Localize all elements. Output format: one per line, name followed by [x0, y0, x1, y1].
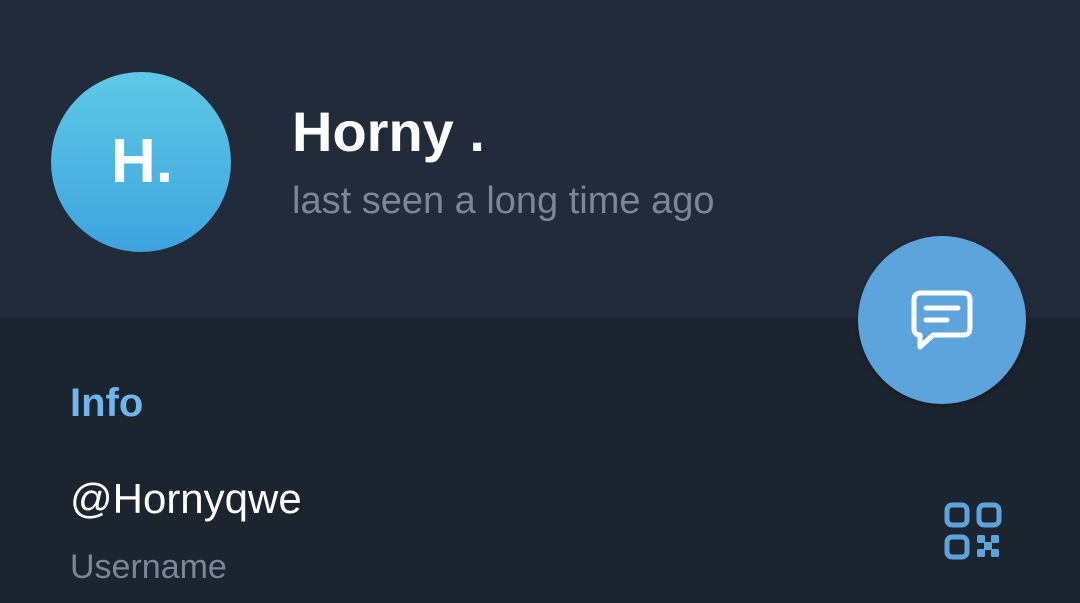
info-section-title: Info [70, 381, 144, 425]
qr-code-icon [944, 502, 1002, 560]
username-row[interactable]: @Hornyqwe Username [0, 460, 1080, 603]
username-value: @Hornyqwe [70, 475, 302, 522]
last-seen-status: last seen a long time ago [292, 180, 715, 222]
username-caption: Username [70, 548, 227, 586]
avatar-initials: H. [111, 127, 173, 196]
send-message-button[interactable] [858, 236, 1026, 404]
message-icon [911, 290, 973, 350]
profile-name: Horny . [292, 100, 485, 163]
qr-code-button[interactable] [936, 494, 1010, 568]
avatar[interactable]: H. [51, 72, 231, 252]
profile-screen: H. Horny . last seen a long time ago Inf… [0, 0, 1080, 603]
